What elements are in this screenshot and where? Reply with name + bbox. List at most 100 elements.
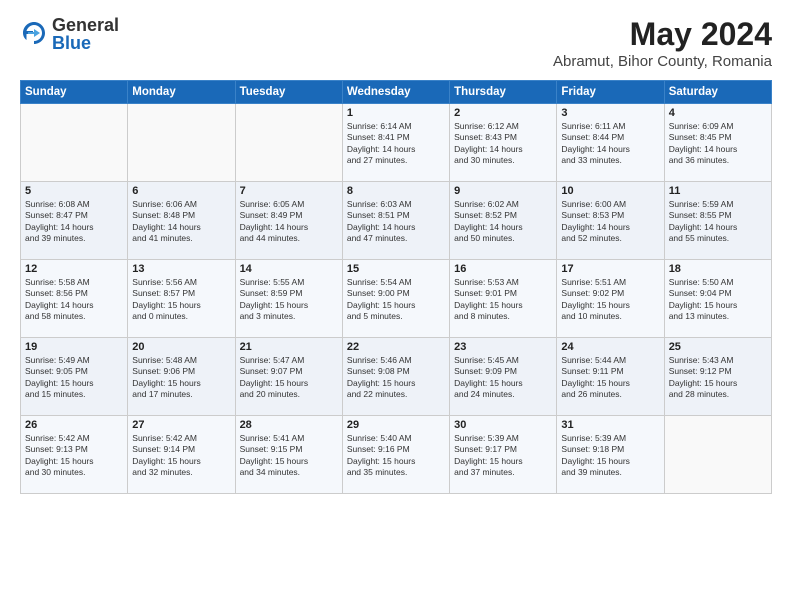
day-cell: 4 Sunrise: 6:09 AMSunset: 8:45 PMDaylight…: [664, 104, 771, 182]
col-header-sunday: Sunday: [21, 81, 128, 104]
day-cell: [128, 104, 235, 182]
day-info: Sunrise: 5:55 AMSunset: 8:59 PMDaylight:…: [240, 277, 338, 323]
day-number: 25: [669, 341, 767, 353]
day-info: Sunrise: 5:44 AMSunset: 9:11 PMDaylight:…: [561, 355, 659, 401]
day-number: 2: [454, 107, 552, 119]
day-number: 8: [347, 185, 445, 197]
day-info: Sunrise: 6:02 AMSunset: 8:52 PMDaylight:…: [454, 199, 552, 245]
day-info: Sunrise: 5:39 AMSunset: 9:17 PMDaylight:…: [454, 433, 552, 479]
col-header-tuesday: Tuesday: [235, 81, 342, 104]
day-info: Sunrise: 6:09 AMSunset: 8:45 PMDaylight:…: [669, 121, 767, 167]
day-cell: 3Sunrise: 6:11 AMSunset: 8:44 PMDaylight…: [557, 104, 664, 182]
main-title: May 2024: [553, 16, 772, 53]
day-number: 16: [454, 263, 552, 275]
day-info: Sunrise: 6:05 AMSunset: 8:49 PMDaylight:…: [240, 199, 338, 245]
day-info: Sunrise: 5:41 AMSunset: 9:15 PMDaylight:…: [240, 433, 338, 479]
day-cell: 1 Sunrise: 6:14 AMSunset: 8:41 PMDaylight…: [342, 104, 449, 182]
day-cell: 12Sunrise: 5:58 AMSunset: 8:56 PMDayligh…: [21, 260, 128, 338]
day-cell: 19Sunrise: 5:49 AMSunset: 9:05 PMDayligh…: [21, 338, 128, 416]
day-cell: [664, 416, 771, 494]
day-cell: 22Sunrise: 5:46 AMSunset: 9:08 PMDayligh…: [342, 338, 449, 416]
day-cell: 23 Sunrise: 5:45 AMSunset: 9:09 PMDayligh…: [450, 338, 557, 416]
page: General Blue May 2024 Abramut, Bihor Cou…: [0, 0, 792, 612]
day-cell: 11 Sunrise: 5:59 AMSunset: 8:55 PMDayligh…: [664, 182, 771, 260]
logo-icon: [20, 20, 48, 48]
header: General Blue May 2024 Abramut, Bihor Cou…: [20, 16, 772, 70]
subtitle: Abramut, Bihor County, Romania: [553, 53, 772, 70]
day-number: 18: [669, 263, 767, 275]
calendar-header-row: SundayMondayTuesdayWednesdayThursdayFrid…: [21, 81, 772, 104]
day-cell: 20 Sunrise: 5:48 AMSunset: 9:06 PMDayligh…: [128, 338, 235, 416]
day-number: 17: [561, 263, 659, 275]
day-number: 4: [669, 107, 767, 119]
day-number: 19: [25, 341, 123, 353]
day-info: Sunrise: 5:40 AMSunset: 9:16 PMDaylight:…: [347, 433, 445, 479]
day-number: 9: [454, 185, 552, 197]
day-number: 27: [132, 419, 230, 431]
day-cell: 25 Sunrise: 5:43 AMSunset: 9:12 PMDayligh…: [664, 338, 771, 416]
day-info: Sunrise: 6:06 AMSunset: 8:48 PMDaylight:…: [132, 199, 230, 245]
day-number: 6: [132, 185, 230, 197]
day-info: Sunrise: 6:14 AMSunset: 8:41 PMDaylight:…: [347, 121, 445, 167]
col-header-friday: Friday: [557, 81, 664, 104]
day-info: Sunrise: 5:59 AMSunset: 8:55 PMDaylight:…: [669, 199, 767, 245]
day-number: 23: [454, 341, 552, 353]
day-info: Sunrise: 5:50 AMSunset: 9:04 PMDaylight:…: [669, 277, 767, 323]
day-cell: 26Sunrise: 5:42 AMSunset: 9:13 PMDayligh…: [21, 416, 128, 494]
day-info: Sunrise: 5:45 AMSunset: 9:09 PMDaylight:…: [454, 355, 552, 401]
day-info: Sunrise: 5:42 AMSunset: 9:13 PMDaylight:…: [25, 433, 123, 479]
day-cell: [21, 104, 128, 182]
day-cell: 21Sunrise: 5:47 AMSunset: 9:07 PMDayligh…: [235, 338, 342, 416]
day-number: 20: [132, 341, 230, 353]
day-info: Sunrise: 6:00 AMSunset: 8:53 PMDaylight:…: [561, 199, 659, 245]
day-info: Sunrise: 5:48 AMSunset: 9:06 PMDaylight:…: [132, 355, 230, 401]
day-info: Sunrise: 6:03 AMSunset: 8:51 PMDaylight:…: [347, 199, 445, 245]
day-cell: [235, 104, 342, 182]
day-cell: 30 Sunrise: 5:39 AMSunset: 9:17 PMDayligh…: [450, 416, 557, 494]
col-header-saturday: Saturday: [664, 81, 771, 104]
day-cell: 27Sunrise: 5:42 AMSunset: 9:14 PMDayligh…: [128, 416, 235, 494]
week-row-1: 1 Sunrise: 6:14 AMSunset: 8:41 PMDaylight…: [21, 104, 772, 182]
day-number: 24: [561, 341, 659, 353]
day-info: Sunrise: 6:08 AMSunset: 8:47 PMDaylight:…: [25, 199, 123, 245]
day-info: Sunrise: 5:56 AMSunset: 8:57 PMDaylight:…: [132, 277, 230, 323]
day-cell: 2 Sunrise: 6:12 AMSunset: 8:43 PMDaylight…: [450, 104, 557, 182]
day-number: 30: [454, 419, 552, 431]
logo-blue-text: Blue: [52, 34, 119, 52]
day-number: 11: [669, 185, 767, 197]
day-cell: 18 Sunrise: 5:50 AMSunset: 9:04 PMDayligh…: [664, 260, 771, 338]
logo-general-text: General: [52, 16, 119, 34]
week-row-5: 26Sunrise: 5:42 AMSunset: 9:13 PMDayligh…: [21, 416, 772, 494]
day-cell: 16 Sunrise: 5:53 AMSunset: 9:01 PMDayligh…: [450, 260, 557, 338]
day-number: 14: [240, 263, 338, 275]
logo-text: General Blue: [52, 16, 119, 52]
day-cell: 28 Sunrise: 5:41 AMSunset: 9:15 PMDayligh…: [235, 416, 342, 494]
day-info: Sunrise: 5:51 AMSunset: 9:02 PMDaylight:…: [561, 277, 659, 323]
day-cell: 6 Sunrise: 6:06 AMSunset: 8:48 PMDaylight…: [128, 182, 235, 260]
calendar-table: SundayMondayTuesdayWednesdayThursdayFrid…: [20, 80, 772, 494]
day-info: Sunrise: 6:12 AMSunset: 8:43 PMDaylight:…: [454, 121, 552, 167]
day-info: Sunrise: 5:47 AMSunset: 9:07 PMDaylight:…: [240, 355, 338, 401]
day-number: 31: [561, 419, 659, 431]
day-number: 12: [25, 263, 123, 275]
day-number: 1: [347, 107, 445, 119]
day-number: 5: [25, 185, 123, 197]
day-info: Sunrise: 5:39 AMSunset: 9:18 PMDaylight:…: [561, 433, 659, 479]
day-number: 7: [240, 185, 338, 197]
day-cell: 5 Sunrise: 6:08 AMSunset: 8:47 PMDaylight…: [21, 182, 128, 260]
day-number: 28: [240, 419, 338, 431]
col-header-thursday: Thursday: [450, 81, 557, 104]
day-cell: 7 Sunrise: 6:05 AMSunset: 8:49 PMDaylight…: [235, 182, 342, 260]
day-cell: 31 Sunrise: 5:39 AMSunset: 9:18 PMDayligh…: [557, 416, 664, 494]
day-number: 10: [561, 185, 659, 197]
day-cell: 13 Sunrise: 5:56 AMSunset: 8:57 PMDayligh…: [128, 260, 235, 338]
day-number: 29: [347, 419, 445, 431]
day-cell: 15Sunrise: 5:54 AMSunset: 9:00 PMDayligh…: [342, 260, 449, 338]
col-header-monday: Monday: [128, 81, 235, 104]
day-number: 13: [132, 263, 230, 275]
day-info: Sunrise: 5:43 AMSunset: 9:12 PMDaylight:…: [669, 355, 767, 401]
day-info: Sunrise: 5:53 AMSunset: 9:01 PMDaylight:…: [454, 277, 552, 323]
day-cell: 8 Sunrise: 6:03 AMSunset: 8:51 PMDaylight…: [342, 182, 449, 260]
logo: General Blue: [20, 16, 119, 52]
day-cell: 10 Sunrise: 6:00 AMSunset: 8:53 PMDayligh…: [557, 182, 664, 260]
